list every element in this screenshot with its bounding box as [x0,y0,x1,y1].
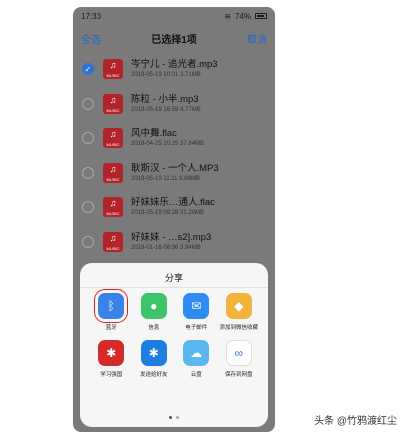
xuexi-qiangguo-icon[interactable]: ✱ [98,340,125,366]
share-target-cloud-drive[interactable]: ☁ 云盘 [175,340,218,379]
page-indicator [80,416,268,419]
file-row[interactable]: ✓ ♫ MUSIC 岑宁儿 - 追光者.mp3 2019-05-19 10:01 3.7… [73,52,275,87]
message-icon[interactable]: ● [140,293,167,319]
status-bar: 17:33 ≋ 74% [73,7,275,25]
file-meta: 2019-05-19 16:59 4.77MB [131,106,201,113]
file-name: 岑宁儿 - 追光者.mp3 [131,59,218,71]
mail-icon[interactable]: ✉ [183,293,210,319]
share-target-message[interactable]: ● 信息 [133,293,176,332]
file-name: 陈粒 - 小半.mp3 [131,93,199,105]
file-name: 耿斯汉 - 一个人.MP3 [131,162,219,174]
baidu-netdisk-icon[interactable]: ∞ [225,340,252,366]
checkbox[interactable] [82,132,94,145]
share-target-label: 发送给好友 [139,372,168,378]
file-row[interactable]: ♫ MUSIC 陈粒 - 小半.mp3 2019-05-19 16:59 4.77MB [73,87,275,122]
music-file-icon: ♫ MUSIC [103,59,123,80]
file-row[interactable]: ♫ MUSIC 耿斯汉 - 一个人.MP3 2019-05-19 11:11 9.88… [73,156,275,191]
battery-percent: 74% [234,11,251,21]
share-app-grid: ᛒ 蓝牙 ● 信息 ✉ 电子邮件 ◆ 添加到微信收藏 ✱ 学习强国 ✱ 发送给好友 ☁ 云盘 ∞ 保存到网盘 [90,289,261,379]
share-target-send-to-friend[interactable]: ✱ 发送给好友 [133,340,176,379]
share-target-label: 蓝牙 [105,325,117,331]
music-file-icon: ♫ MUSIC [103,231,123,252]
share-target-bluetooth[interactable]: ᛒ 蓝牙 [90,289,133,332]
file-meta: 2019-05-19 10:01 3.71MB [131,72,201,79]
checkbox[interactable] [82,97,94,110]
wechat-favorites-icon[interactable]: ◆ [225,293,252,319]
checked-checkbox[interactable]: ✓ [82,63,94,76]
file-meta: 2019-01-16 08:36 3.94MB [131,244,201,251]
file-meta: 2019-05-19 11:11 9.88MB [131,175,200,182]
share-target-xuexi-qiangguo[interactable]: ✱ 学习强国 [90,340,133,379]
share-sheet-title: 分享 [164,273,183,283]
share-target-wechat-favorites[interactable]: ◆ 添加到微信收藏 [218,293,261,332]
screenshot-stage: 17:33 ≋ 74% 全选 已选择1项 取消 ✓ ♫ MUSIC 岑宁儿 - 追光者… [0,0,403,433]
share-target-label: 保存到网盘 [224,372,253,378]
checkbox[interactable] [82,201,94,214]
page-title: 已选择1项 [151,34,197,46]
share-sheet: 分享 ᛒ 蓝牙 ● 信息 ✉ 电子邮件 ◆ 添加到微信收藏 ✱ 学习强国 ✱ 发送给好友 ☁ 云盘 ∞ 保存到… [80,263,268,427]
file-row[interactable]: ♫ MUSIC 好妹妹 - …s2].mp3 2019-01-16 08:36 3.9… [73,225,275,260]
checkbox[interactable] [82,235,94,248]
select-all-button[interactable]: 全选 [81,31,101,46]
music-file-icon: ♫ MUSIC [103,93,123,114]
file-name: 风中舞.flac [131,128,177,140]
share-target-label: 电子邮件 [185,325,208,331]
music-file-icon: ♫ MUSIC [103,162,123,183]
status-time: 17:33 [81,11,102,21]
share-target-label: 信息 [148,325,160,331]
file-row[interactable]: ♫ MUSIC 风中舞.flac 2018-04-25 20:25 37.64MB [73,121,275,156]
wifi-icon: ≋ [224,11,231,21]
share-target-label: 学习强国 [100,372,123,378]
cloud-drive-icon[interactable]: ☁ [183,340,210,366]
divider [80,287,268,288]
file-name: 好妹妹 - …s2].mp3 [131,231,212,243]
share-target-label: 添加到微信收藏 [219,325,258,331]
file-row[interactable]: ♫ MUSIC 好妹妹乐…通人.flac 2019-05-19 09:28 21.20… [73,190,275,225]
music-file-icon: ♫ MUSIC [103,197,123,218]
share-target-baidu-netdisk[interactable]: ∞ 保存到网盘 [218,340,261,379]
file-list: ✓ ♫ MUSIC 岑宁儿 - 追光者.mp3 2019-05-19 10:01 3.7… [73,52,275,259]
watermark: 头条 @竹鸦渡红尘 [314,416,397,427]
share-target-mail[interactable]: ✉ 电子邮件 [175,293,218,332]
send-to-friend-icon[interactable]: ✱ [140,340,167,366]
bluetooth-icon[interactable]: ᛒ [94,289,129,323]
phone-screen: 17:33 ≋ 74% 全选 已选择1项 取消 ✓ ♫ MUSIC 岑宁儿 - 追光者… [73,7,275,432]
share-target-label: 云盘 [190,372,202,378]
music-file-icon: ♫ MUSIC [103,128,123,149]
page-dot [176,416,179,419]
checkbox[interactable] [82,166,94,179]
battery-icon [255,13,267,19]
file-meta: 2019-05-19 09:28 21.20MB [131,210,205,217]
selection-header: 全选 已选择1项 取消 [73,25,275,51]
file-name: 好妹妹乐…通人.flac [131,197,215,209]
cancel-button[interactable]: 取消 [247,31,267,46]
file-meta: 2018-04-25 20:25 37.64MB [131,141,205,148]
page-dot [169,416,172,419]
